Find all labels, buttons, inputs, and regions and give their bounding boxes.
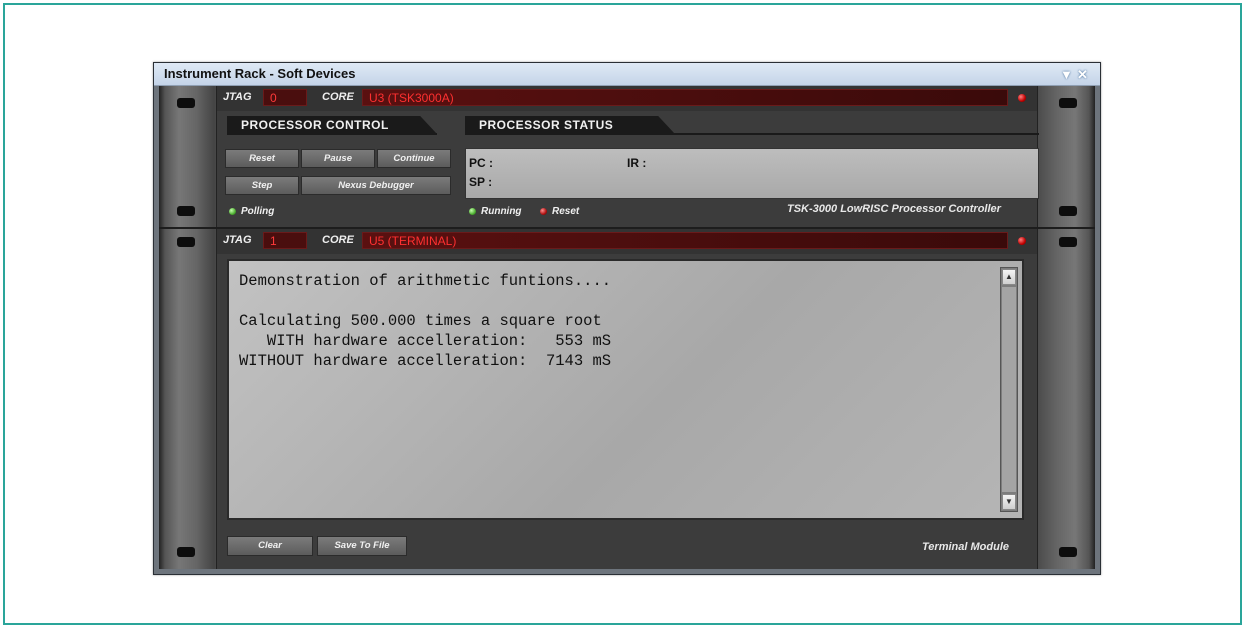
status-led-icon [1018, 237, 1026, 245]
processor-rack-unit: JTAG 0 CORE U3 (TSK3000A) PROCESSOR CONT… [159, 86, 1095, 227]
core-label: CORE [322, 91, 354, 103]
terminal-rack-unit: JTAG 1 CORE U5 (TERMINAL) Demonstration … [159, 229, 1095, 569]
jtag-label: JTAG [223, 234, 252, 246]
reset-led-icon [540, 208, 547, 215]
processor-header: JTAG 0 CORE U3 (TSK3000A) [217, 86, 1037, 111]
dropdown-icon[interactable]: ▼ [1060, 67, 1073, 82]
jtag-index: 0 [263, 89, 307, 106]
reset-button[interactable]: Reset [225, 149, 299, 168]
processor-control-tab: PROCESSOR CONTROL [227, 116, 437, 134]
jtag-label: JTAG [223, 91, 252, 103]
close-icon[interactable]: ✕ [1077, 67, 1088, 83]
polling-led-icon [229, 208, 236, 215]
scroll-down-icon[interactable]: ▼ [1002, 494, 1016, 510]
terminal-module-name: Terminal Module [922, 541, 1009, 553]
divider [227, 133, 437, 135]
processor-status-box: PC : IR : SP : [465, 148, 1039, 199]
rack-mount-hole [177, 206, 195, 216]
window-title: Instrument Rack - Soft Devices [164, 66, 356, 81]
processor-status-tab: PROCESSOR STATUS [465, 116, 675, 134]
rack-mount-hole [1059, 237, 1077, 247]
title-bar: Instrument Rack - Soft Devices ▼ ✕ [154, 63, 1100, 86]
terminal-panel: JTAG 1 CORE U5 (TERMINAL) Demonstration … [216, 229, 1038, 569]
nexus-debugger-button[interactable]: Nexus Debugger [301, 176, 451, 195]
rack-mount-hole [1059, 547, 1077, 557]
running-led-icon [469, 208, 476, 215]
ir-label: IR : [627, 156, 647, 170]
processor-module-name: TSK-3000 LowRISC Processor Controller [787, 203, 1001, 215]
core-designator: U5 (TERMINAL) [362, 232, 1008, 249]
step-button[interactable]: Step [225, 176, 299, 195]
clear-button[interactable]: Clear [227, 536, 313, 556]
scroll-up-icon[interactable]: ▲ [1002, 269, 1016, 285]
terminal-output[interactable]: Demonstration of arithmetic funtions....… [227, 259, 1024, 520]
terminal-text: Demonstration of arithmetic funtions....… [239, 272, 612, 370]
rack-mount-hole [177, 237, 195, 247]
rack-mount-hole [177, 98, 195, 108]
running-label: Running [481, 206, 522, 217]
divider [465, 133, 1039, 135]
terminal-scrollbar[interactable]: ▲ ▼ [1000, 267, 1018, 512]
instrument-rack-window: Instrument Rack - Soft Devices ▼ ✕ JTAG … [153, 62, 1101, 575]
reset-label: Reset [552, 206, 580, 217]
pause-button[interactable]: Pause [301, 149, 375, 168]
rack-mount-hole [1059, 206, 1077, 216]
status-led-icon [1018, 94, 1026, 102]
processor-panel: JTAG 0 CORE U3 (TSK3000A) PROCESSOR CONT… [216, 86, 1039, 227]
sp-label: SP : [469, 175, 493, 189]
scrollbar-track[interactable] [1002, 287, 1016, 492]
rack-mount-hole [177, 547, 195, 557]
terminal-header: JTAG 1 CORE U5 (TERMINAL) [217, 229, 1037, 254]
pc-label: PC : [469, 156, 493, 170]
core-designator: U3 (TSK3000A) [362, 89, 1008, 106]
jtag-index: 1 [263, 232, 307, 249]
save-to-file-button[interactable]: Save To File [317, 536, 407, 556]
continue-button[interactable]: Continue [377, 149, 451, 168]
rack-mount-hole [1059, 98, 1077, 108]
polling-label: Polling [241, 206, 275, 217]
core-label: CORE [322, 234, 354, 246]
